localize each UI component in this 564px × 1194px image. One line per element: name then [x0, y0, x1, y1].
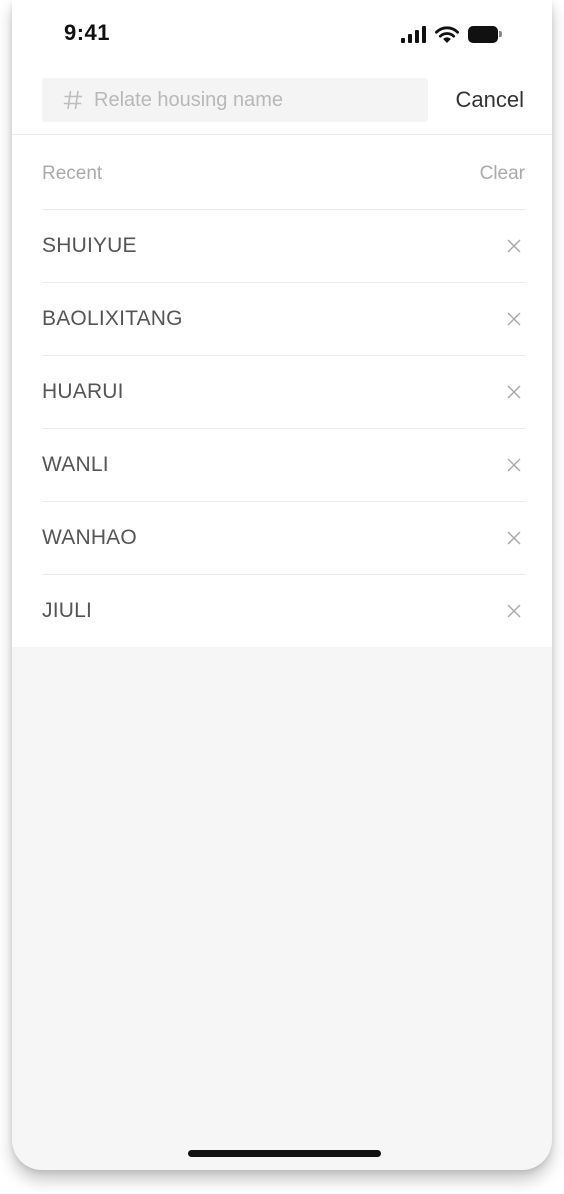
remove-button[interactable] [507, 239, 521, 253]
home-indicator [188, 1150, 381, 1157]
cellular-signal-icon [401, 25, 426, 43]
remove-button[interactable] [507, 312, 521, 326]
phone-screen: 9:41 Relate housing name Cancel Recent C… [12, 0, 552, 1170]
list-item[interactable]: JIULI [42, 574, 525, 647]
item-name: SHUIYUE [42, 234, 137, 257]
recent-header: Recent Clear [42, 163, 525, 189]
search-box[interactable] [42, 78, 428, 122]
close-icon [507, 239, 521, 253]
header-divider [12, 134, 552, 135]
search-input[interactable] [94, 80, 414, 120]
status-bar: 9:41 [12, 0, 552, 64]
remove-button[interactable] [507, 531, 521, 545]
status-icons [401, 22, 502, 46]
close-icon [507, 312, 521, 326]
remove-button[interactable] [507, 458, 521, 472]
remove-button[interactable] [507, 604, 521, 618]
recent-label: Recent [42, 163, 103, 184]
battery-icon [468, 25, 502, 43]
wifi-icon [435, 26, 459, 43]
item-name: WANLI [42, 453, 109, 476]
item-name: WANHAO [42, 526, 137, 549]
list-item[interactable]: BAOLIXITANG [42, 282, 525, 355]
search-bar: Cancel [12, 78, 552, 124]
list-item[interactable]: WANHAO [42, 501, 525, 574]
close-icon [507, 531, 521, 545]
remove-button[interactable] [507, 385, 521, 399]
item-name: BAOLIXITANG [42, 307, 183, 330]
list-item[interactable]: WANLI [42, 428, 525, 501]
item-name: JIULI [42, 599, 93, 622]
close-icon [507, 385, 521, 399]
search-panel: 9:41 Relate housing name Cancel Recent C… [12, 0, 552, 647]
list-item[interactable]: SHUIYUE [42, 209, 525, 282]
item-name: HUARUI [42, 380, 124, 403]
list-item[interactable]: HUARUI [42, 355, 525, 428]
clear-button[interactable]: Clear [480, 163, 525, 185]
close-icon [507, 604, 521, 618]
hash-icon [63, 90, 82, 110]
cancel-button[interactable]: Cancel [456, 87, 524, 113]
status-time: 9:41 [64, 20, 111, 45]
close-icon [507, 458, 521, 472]
recent-list: SHUIYUE BAOLIXITANG HUARUI WANLI WANHAO … [42, 209, 525, 647]
